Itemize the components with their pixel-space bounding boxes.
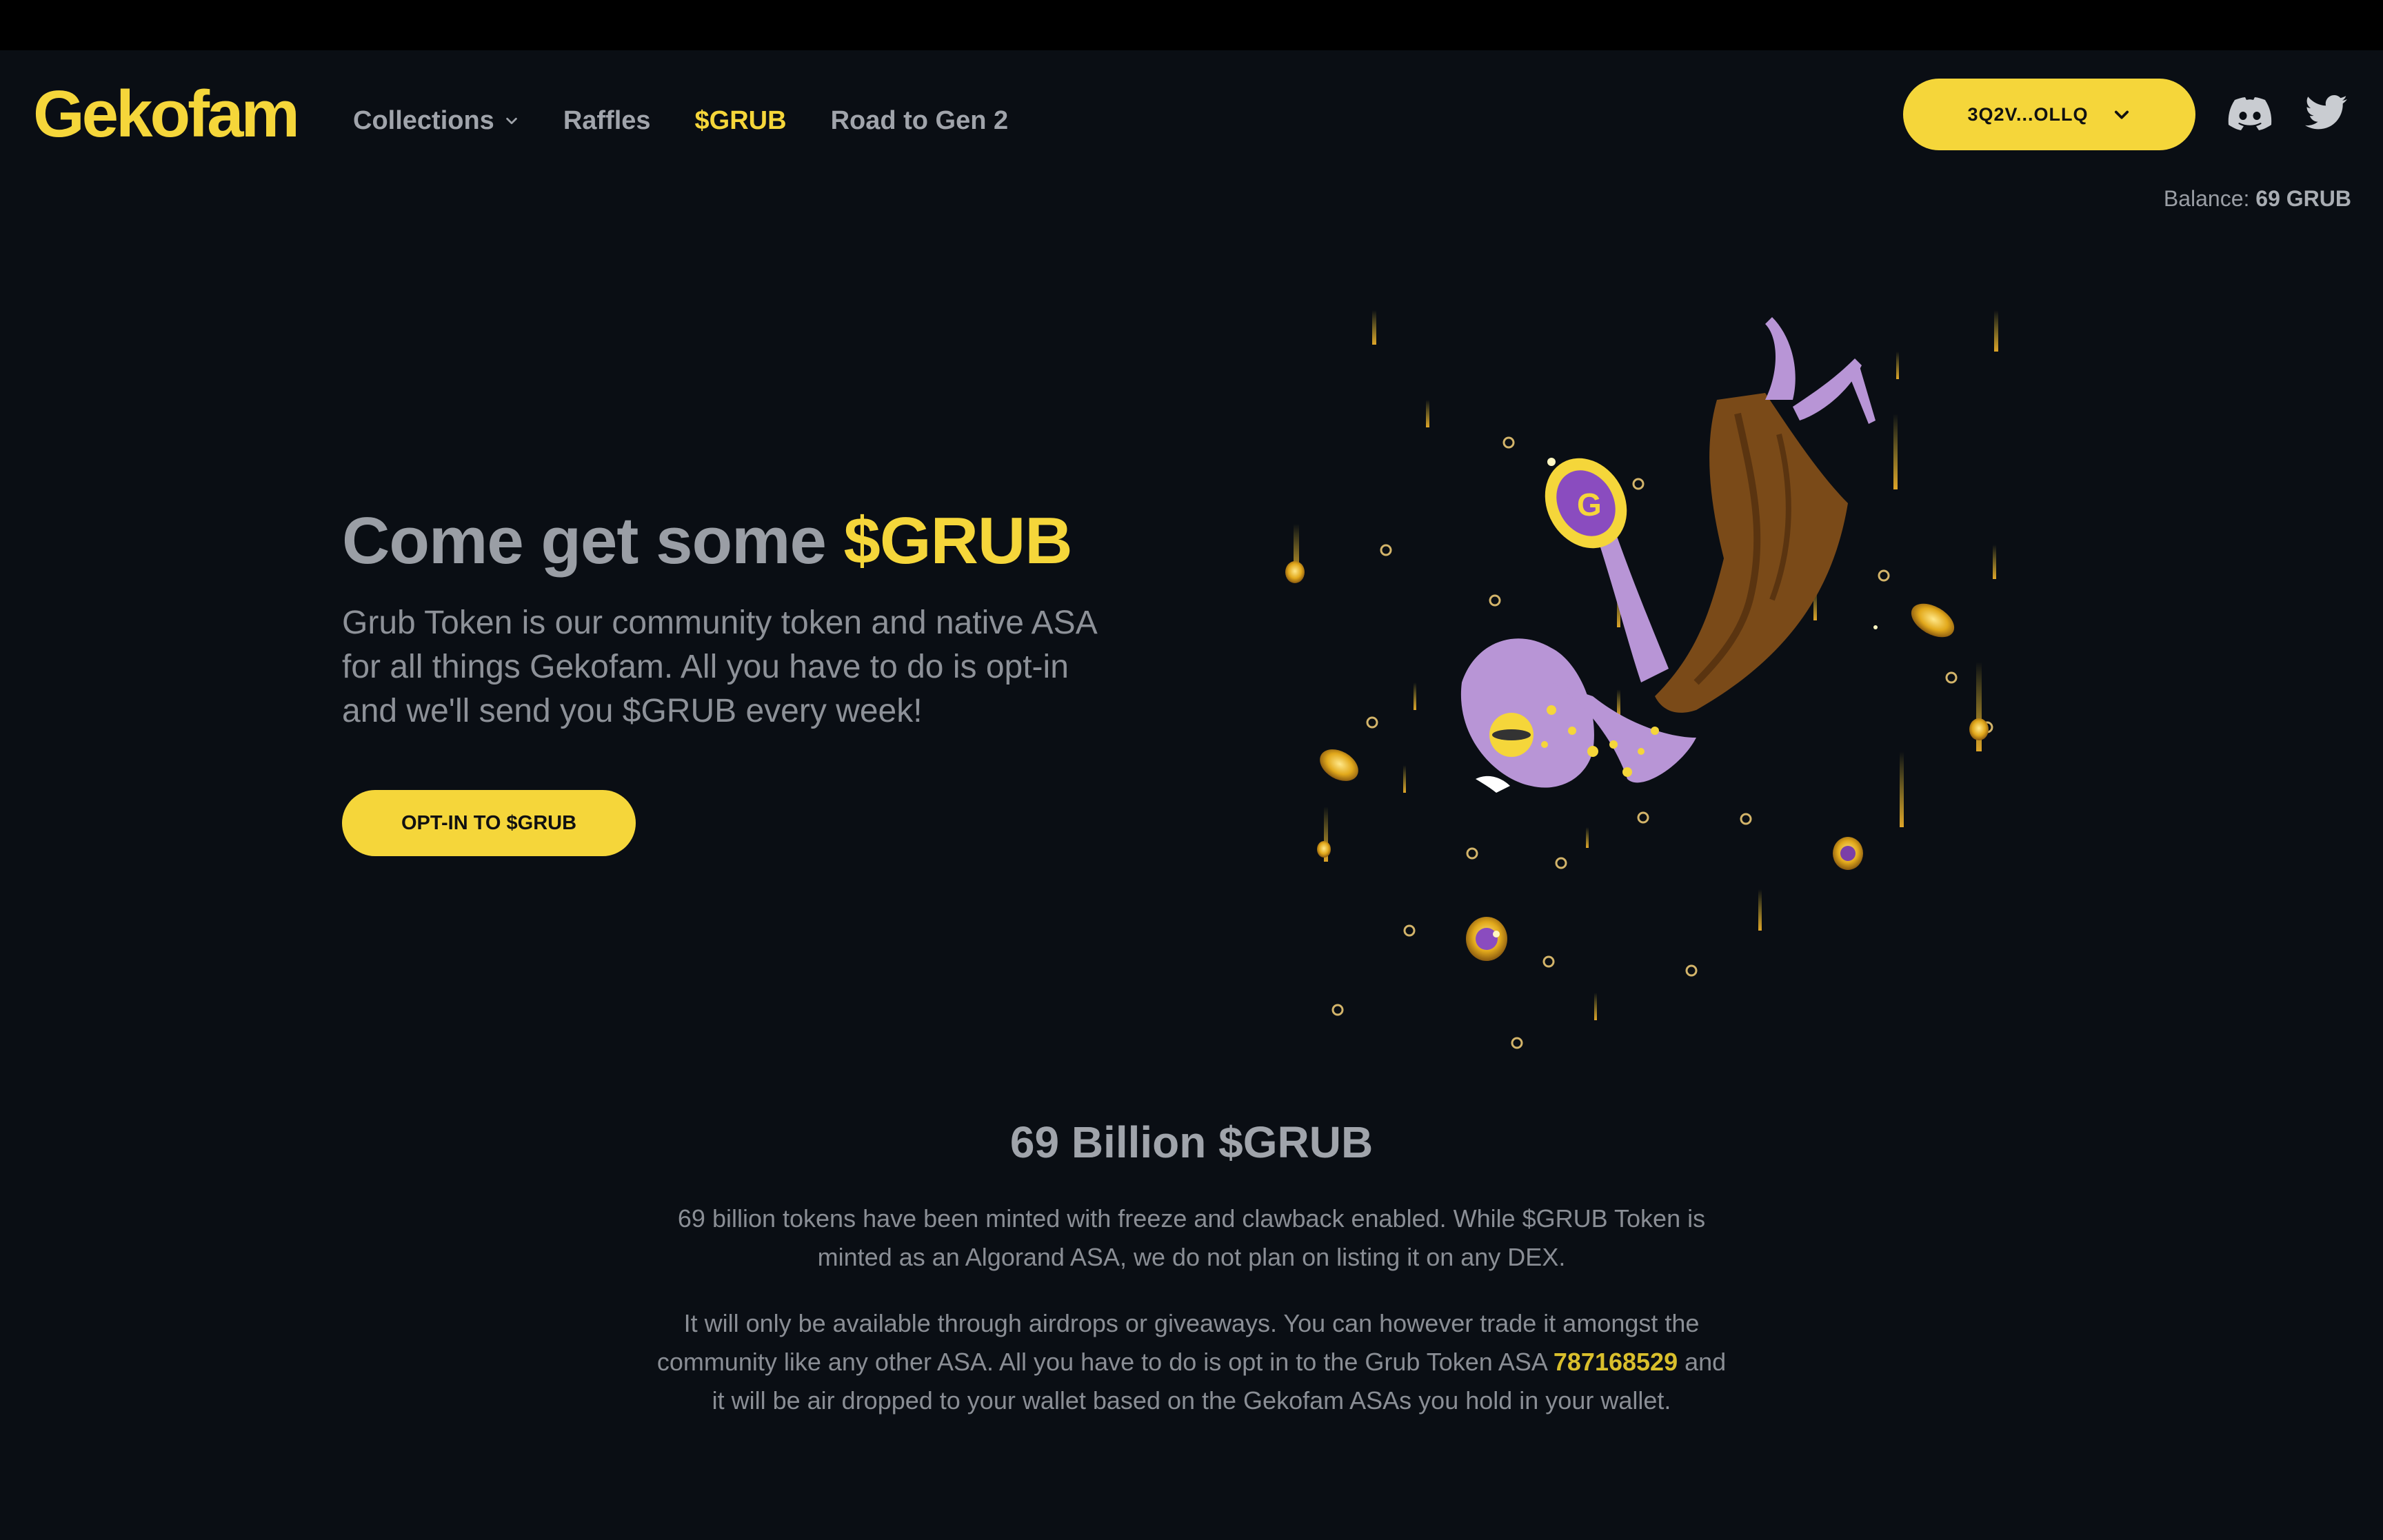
hero-title-accent: $GRUB bbox=[843, 504, 1073, 578]
balance-value: 69 GRUB bbox=[2255, 186, 2351, 211]
opt-in-button[interactable]: OPT-IN TO $GRUB bbox=[342, 790, 636, 856]
nav-collections[interactable]: Collections bbox=[353, 106, 519, 136]
twitter-icon bbox=[2305, 95, 2347, 130]
nav-road-to-gen-2-label: Road to Gen 2 bbox=[830, 105, 1009, 135]
gecko-character: G bbox=[1460, 317, 1876, 793]
svg-text:G: G bbox=[1577, 487, 1602, 523]
wallet-address: 3Q2V...OLLQ bbox=[1967, 103, 2089, 125]
balance-label: Balance: bbox=[2163, 186, 2250, 211]
discord-link[interactable] bbox=[2227, 91, 2273, 136]
hero-description: Grub Token is our community token and na… bbox=[342, 605, 1096, 729]
chevron-down-icon bbox=[506, 117, 517, 125]
browser-top-bar bbox=[0, 0, 2383, 50]
logo-text: Gekofam bbox=[33, 77, 300, 151]
discord-icon bbox=[2228, 97, 2272, 130]
wallet-button[interactable]: 3Q2V...OLLQ bbox=[1903, 79, 2195, 150]
supply-paragraph-2-start: It will only be available through airdro… bbox=[656, 1309, 1700, 1376]
nav-grub-label: $GRUB bbox=[694, 105, 787, 135]
supply-title: 69 Billion $GRUB bbox=[1009, 1117, 1374, 1167]
gekofam-logo[interactable]: Gekofam bbox=[33, 77, 300, 151]
nav-grub[interactable]: $GRUB bbox=[695, 106, 787, 136]
nav-collections-label: Collections bbox=[353, 105, 494, 135]
nav-road-to-gen-2[interactable]: Road to Gen 2 bbox=[831, 106, 1009, 136]
wallet-balance: Balance: 69 GRUB bbox=[2164, 186, 2351, 212]
opt-in-button-label: OPT-IN TO $GRUB bbox=[401, 811, 577, 834]
nav-raffles-label: Raffles bbox=[563, 105, 651, 135]
hero-title-prefix: Come get some bbox=[342, 504, 844, 578]
twitter-link[interactable] bbox=[2303, 91, 2349, 136]
hero-title: Come get some $GRUB bbox=[342, 503, 1073, 579]
main-nav: Collections Raffles $GRUB Road to Gen 2 bbox=[353, 100, 1052, 141]
supply-paragraph-1: 69 billion tokens have been minted with … bbox=[677, 1204, 1706, 1271]
asa-id-link[interactable]: 787168529 bbox=[1554, 1348, 1678, 1376]
chevron-down-icon bbox=[2114, 110, 2129, 119]
gecko-falling-illustration: G bbox=[1285, 310, 1998, 1049]
nav-raffles[interactable]: Raffles bbox=[563, 106, 651, 136]
supply-paragraph-2: It will only be available through airdro… bbox=[648, 1304, 1735, 1420]
